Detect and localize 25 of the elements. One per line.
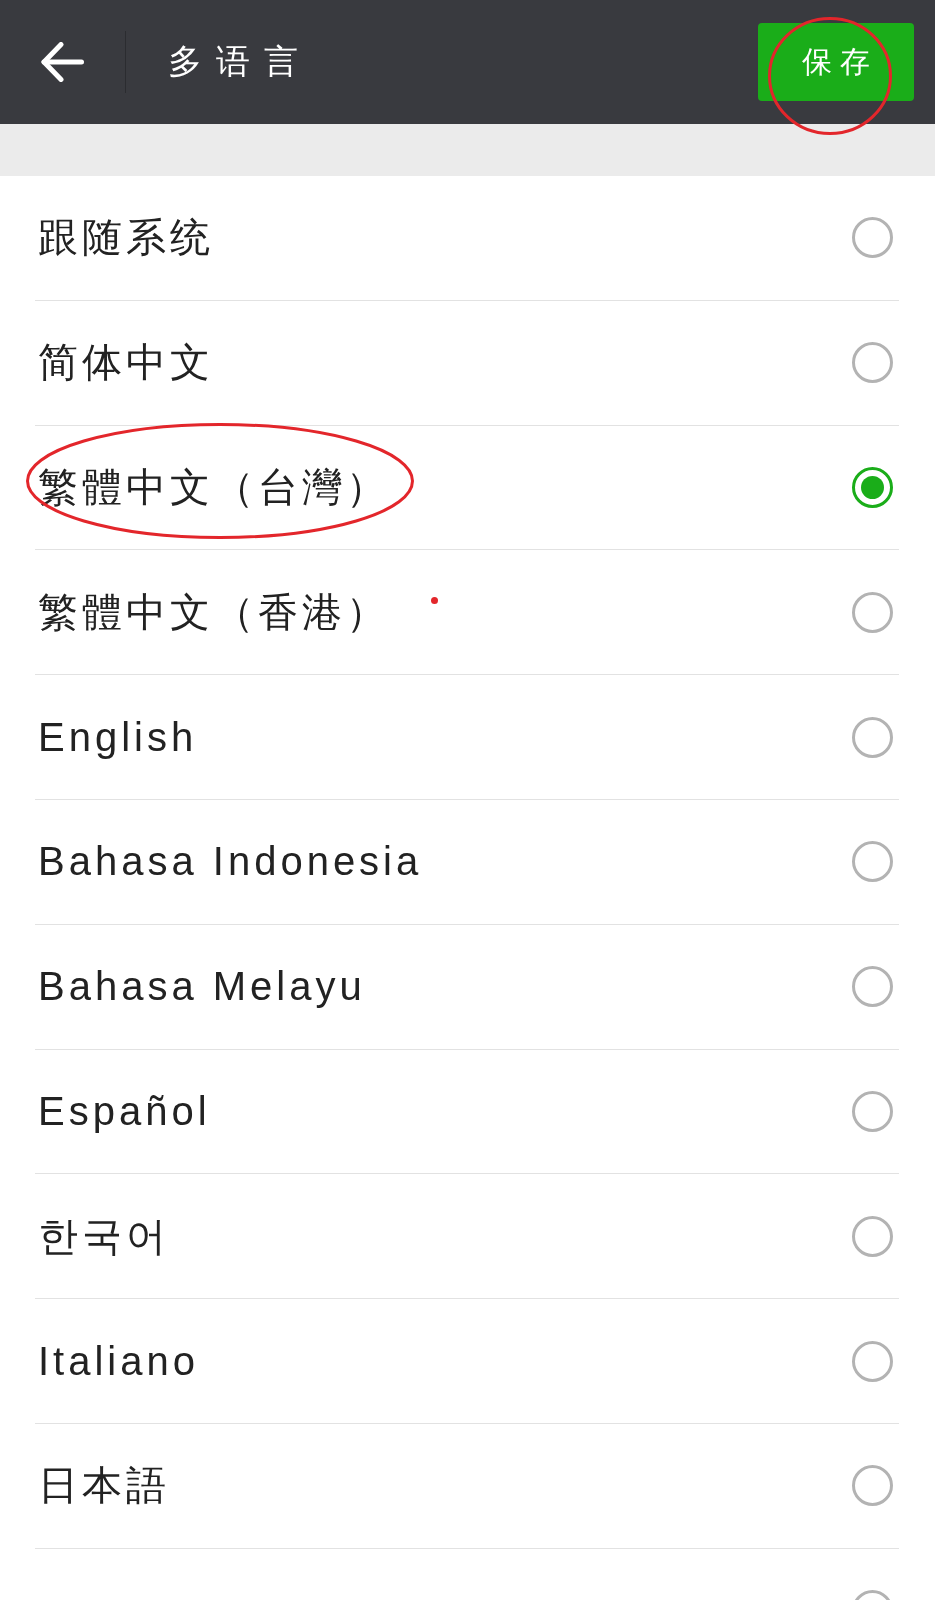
radio-button[interactable]	[852, 841, 893, 883]
language-option[interactable]: 繁體中文（台灣）	[35, 425, 899, 551]
language-option[interactable]: 繁體中文（香港）	[35, 550, 899, 676]
language-option[interactable]: Italiano	[35, 1299, 899, 1424]
language-option[interactable]: 跟随系统	[35, 176, 899, 301]
radio-button[interactable]	[852, 467, 893, 508]
dot-icon	[431, 597, 438, 604]
radio-button[interactable]	[852, 591, 893, 633]
language-option[interactable]: Bahasa Indonesia	[35, 800, 899, 925]
language-option[interactable]: Español	[35, 1049, 899, 1175]
language-option[interactable]: 日本語	[35, 1423, 899, 1549]
radio-button[interactable]	[852, 1340, 893, 1382]
language-option[interactable]: 한국어	[35, 1174, 899, 1300]
radio-button[interactable]	[852, 966, 893, 1008]
back-button[interactable]	[41, 42, 84, 82]
radio-button[interactable]	[852, 716, 893, 758]
radio-button[interactable]	[852, 217, 893, 259]
language-option[interactable]: English	[35, 675, 899, 800]
radio-button[interactable]	[852, 342, 893, 384]
page-title: 多语言	[168, 41, 312, 82]
radio-button[interactable]	[852, 1090, 893, 1132]
language-option[interactable]: 简体中文	[35, 300, 899, 426]
language-option[interactable]: Bahasa Melayu	[35, 924, 899, 1050]
radio-button[interactable]	[852, 1465, 893, 1507]
radio-button[interactable]	[852, 1215, 893, 1257]
